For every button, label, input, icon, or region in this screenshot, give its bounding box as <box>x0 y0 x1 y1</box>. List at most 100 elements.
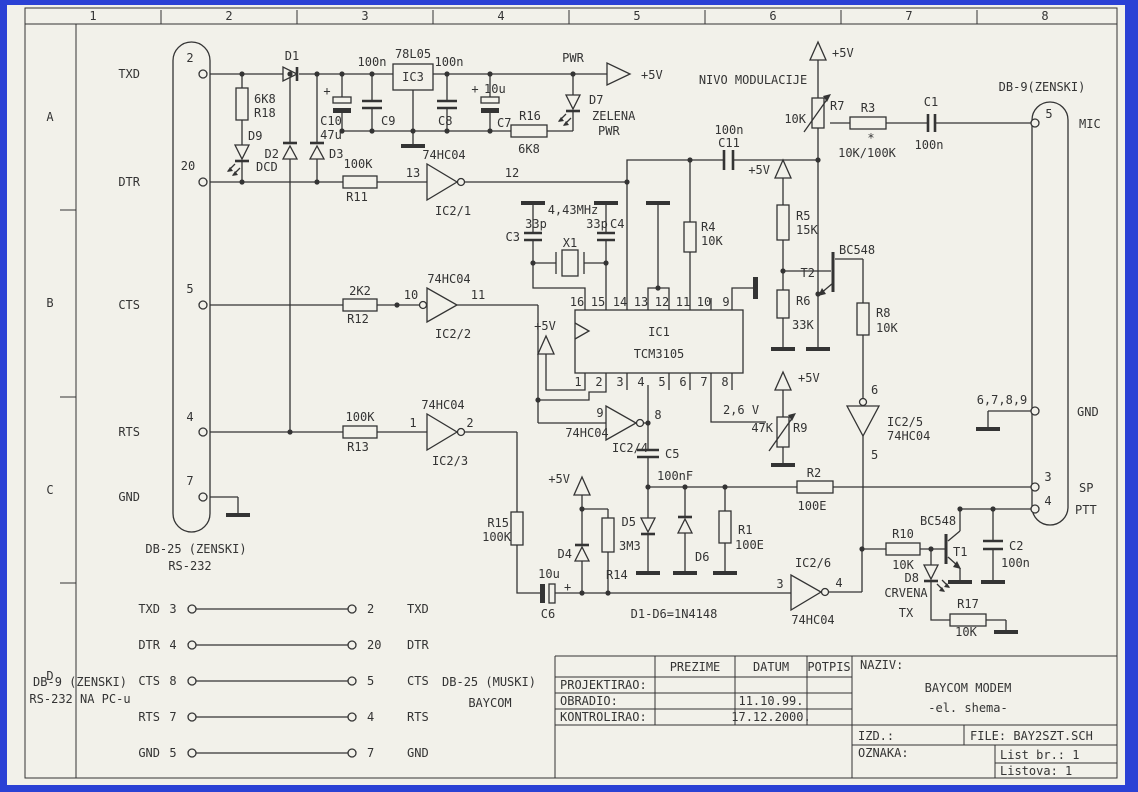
ic1-tcm3105 <box>574 309 744 374</box>
db25-pin-7 <box>198 492 208 502</box>
gnd-db9 <box>976 427 1000 431</box>
cable-r-cts-pin: 5 <box>367 674 374 688</box>
ic1-pin9: 9 <box>722 295 729 309</box>
tb-title: BAYCOM MODEM <box>925 681 1012 695</box>
r8-ref: R8 <box>876 306 890 320</box>
d8-label: TX <box>899 606 914 620</box>
c9-value: 100n <box>358 55 387 69</box>
ic1-pin12: 12 <box>655 295 669 309</box>
tb-kontrolirao-date: 17.12.2000. <box>731 710 810 724</box>
cable-left-name: DB-9 (ZENSKI) <box>33 675 127 689</box>
c8-value: 100n <box>435 55 464 69</box>
ic26-pin4: 4 <box>835 576 842 590</box>
cable-rts-right <box>347 712 357 722</box>
cable-l-txd-pin: 3 <box>169 602 176 616</box>
resistor-r1 <box>718 510 732 544</box>
r10-ref: R10 <box>892 527 914 541</box>
ic25-value: 74HC04 <box>887 429 930 443</box>
gnd-r1 <box>713 571 737 575</box>
cable-gnd-left <box>187 748 197 758</box>
c6-value: 10u <box>538 567 560 581</box>
cable-rts-left <box>187 712 197 722</box>
ic1-pin5: 5 <box>658 375 665 389</box>
tb-datum: DATUM <box>753 660 789 674</box>
conn-left-pin2: 2 <box>186 51 193 65</box>
c7-ref: C7 <box>497 116 511 130</box>
r1-value: 100E <box>735 538 764 552</box>
cable-txd-right <box>347 604 357 614</box>
xtal-freq: 4,43MHz <box>548 203 599 217</box>
plus5v-r7: +5V <box>832 46 854 60</box>
c4-ref: C4 <box>610 217 624 231</box>
cable-r-cts: CTS <box>407 674 429 688</box>
conn-left-pin7: 7 <box>186 474 193 488</box>
c9-ref: C9 <box>381 114 395 128</box>
r15-ref: R15 <box>487 516 509 530</box>
conn-right-ptt: PTT <box>1075 503 1097 517</box>
ic1-ref: IC1 <box>648 325 670 339</box>
resistor-r16 <box>510 124 548 138</box>
cable-l-dtr-pin: 4 <box>169 638 176 652</box>
conn-left-pin4: 4 <box>186 410 193 424</box>
pwr-net: PWR <box>562 51 584 65</box>
cable-r-rts: RTS <box>407 710 429 724</box>
ic21-pin12: 12 <box>505 166 519 180</box>
c7-capacitor-minus-plate <box>481 108 499 113</box>
t1-value: BC548 <box>920 514 956 528</box>
c5-ref: C5 <box>665 447 679 461</box>
conn-left-gnd: GND <box>118 490 140 504</box>
ic22-ref: IC2/2 <box>435 327 471 341</box>
ruler-row-c: C <box>46 483 53 497</box>
ruler-col-6: 6 <box>769 9 776 23</box>
ic1-pin16: 16 <box>570 295 584 309</box>
ruler-row-a: A <box>46 110 54 124</box>
r4-ref: R4 <box>701 220 715 234</box>
cable-r-txd: TXD <box>407 602 429 616</box>
cable-right-desc: BAYCOM <box>468 696 511 710</box>
gnd-c3 <box>521 201 545 205</box>
resistor-r6 <box>776 289 790 319</box>
cable-left-desc: RS-232 NA PC-u <box>29 692 130 706</box>
db25-pin-4 <box>198 427 208 437</box>
ic1-value: TCM3105 <box>634 347 685 361</box>
conn-left-pin5: 5 <box>186 282 193 296</box>
c10-capacitor-plus-plate <box>332 96 352 104</box>
c5-value: 100nF <box>657 469 693 483</box>
tb-file: FILE: BAY2SZT.SCH <box>970 729 1093 743</box>
cable-r-dtr: DTR <box>407 638 429 652</box>
ic21-ref: IC2/1 <box>435 204 471 218</box>
d1-ref: D1 <box>285 49 299 63</box>
r3-star: * <box>867 131 874 145</box>
d7-color: ZELENA <box>592 109 636 123</box>
ic3-ref: IC3 <box>402 70 424 84</box>
r17-value: 10K <box>955 625 977 639</box>
resistor-r5 <box>776 204 790 241</box>
cable-l-txd: TXD <box>138 602 160 616</box>
cable-l-rts-pin: 7 <box>169 710 176 724</box>
gnd-db25 <box>226 513 250 517</box>
db9-pin-5-mic <box>1030 118 1040 128</box>
gnd-pins12-13 <box>646 201 670 205</box>
ic1-pin14: 14 <box>613 295 627 309</box>
cable-r-rts-pin: 4 <box>367 710 374 724</box>
r12-ref: R12 <box>347 312 369 326</box>
ic23-pin2: 2 <box>466 416 473 430</box>
ic21-pin13: 13 <box>406 166 420 180</box>
resistor-r15 <box>510 511 524 546</box>
ic1-pin1: 1 <box>574 375 581 389</box>
ic24-ref: IC2/4 <box>612 441 648 455</box>
ic3-value: 78L05 <box>395 47 431 61</box>
gnd-r17 <box>994 630 1018 634</box>
ic23-pin1: 1 <box>409 416 416 430</box>
ic22-pin10: 10 <box>404 288 418 302</box>
plus5v-d4: +5V <box>548 472 570 486</box>
ic25-ref: IC2/5 <box>887 415 923 429</box>
conn-left-cts: CTS <box>118 298 140 312</box>
r14-value: 3M3 <box>619 539 641 553</box>
conn-right-pin3: 3 <box>1044 470 1051 484</box>
conn-right-name: DB-9(ZENSKI) <box>999 80 1086 94</box>
cable-l-gnd-pin: 5 <box>169 746 176 760</box>
cable-r-gnd: GND <box>407 746 429 760</box>
r18-value: 6K8 <box>254 92 276 106</box>
c11-value: 100n <box>715 123 744 137</box>
